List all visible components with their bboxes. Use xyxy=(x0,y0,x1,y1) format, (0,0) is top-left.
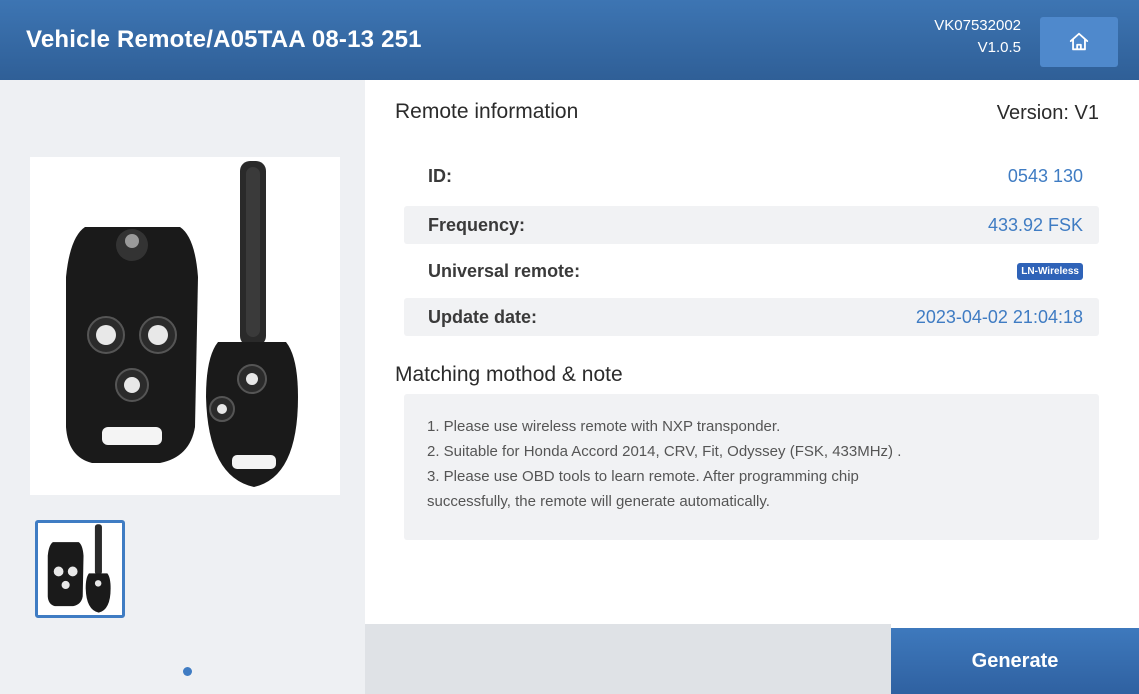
image-panel xyxy=(0,80,365,694)
software-version: V1.0.5 xyxy=(977,39,1021,56)
serial-number: VK07532002 xyxy=(934,17,1021,34)
remote-key-thumbnail xyxy=(47,524,111,613)
note-title: Matching mothod & note xyxy=(395,363,623,386)
note-line: successfully, the remote will generate a… xyxy=(427,493,770,510)
info-row-frequency: Frequency: 433.92 FSK xyxy=(404,206,1099,244)
note-line: 1. Please use wireless remote with NXP t… xyxy=(427,418,781,435)
info-value: 2023-04-02 21:04:18 xyxy=(915,306,1083,327)
home-icon xyxy=(1069,32,1089,51)
page-indicator-dot[interactable] xyxy=(183,667,192,676)
note-line: 2. Suitable for Honda Accord 2014, CRV, … xyxy=(427,443,902,460)
universal-remote-badge: LN-Wireless xyxy=(1017,262,1083,280)
info-value: 0543 130 xyxy=(1007,165,1083,186)
remote-version: Version: V1 xyxy=(996,102,1099,124)
info-label: Frequency: xyxy=(428,214,526,235)
page-title: Vehicle Remote/A05TAA 08-13 251 xyxy=(26,26,422,53)
info-value: 433.92 FSK xyxy=(987,214,1083,235)
remote-image xyxy=(30,157,340,495)
thumbnail-image[interactable] xyxy=(35,520,125,618)
info-label: Update date: xyxy=(428,306,538,327)
info-row-id: ID: 0543 130 xyxy=(404,157,1099,195)
info-row-universal-remote: Universal remote: LN-Wireless xyxy=(404,252,1099,290)
info-label: ID: xyxy=(428,165,452,186)
info-row-update-date: Update date: 2023-04-02 21:04:18 xyxy=(404,298,1099,336)
info-label: Universal remote: xyxy=(428,260,581,281)
device-info: VK07532002 V1.0.5 xyxy=(934,15,1021,59)
home-button[interactable] xyxy=(1040,17,1118,67)
remote-info-title: Remote information xyxy=(395,100,579,123)
header-bar: Vehicle Remote/A05TAA 08-13 251 VK075320… xyxy=(0,0,1139,80)
note-box: 1. Please use wireless remote with NXP t… xyxy=(404,394,1099,540)
note-line: 3. Please use OBD tools to learn remote.… xyxy=(427,468,859,485)
remote-key-picture xyxy=(66,161,298,487)
generate-button[interactable]: Generate xyxy=(891,628,1139,694)
footer-bar xyxy=(365,624,891,694)
